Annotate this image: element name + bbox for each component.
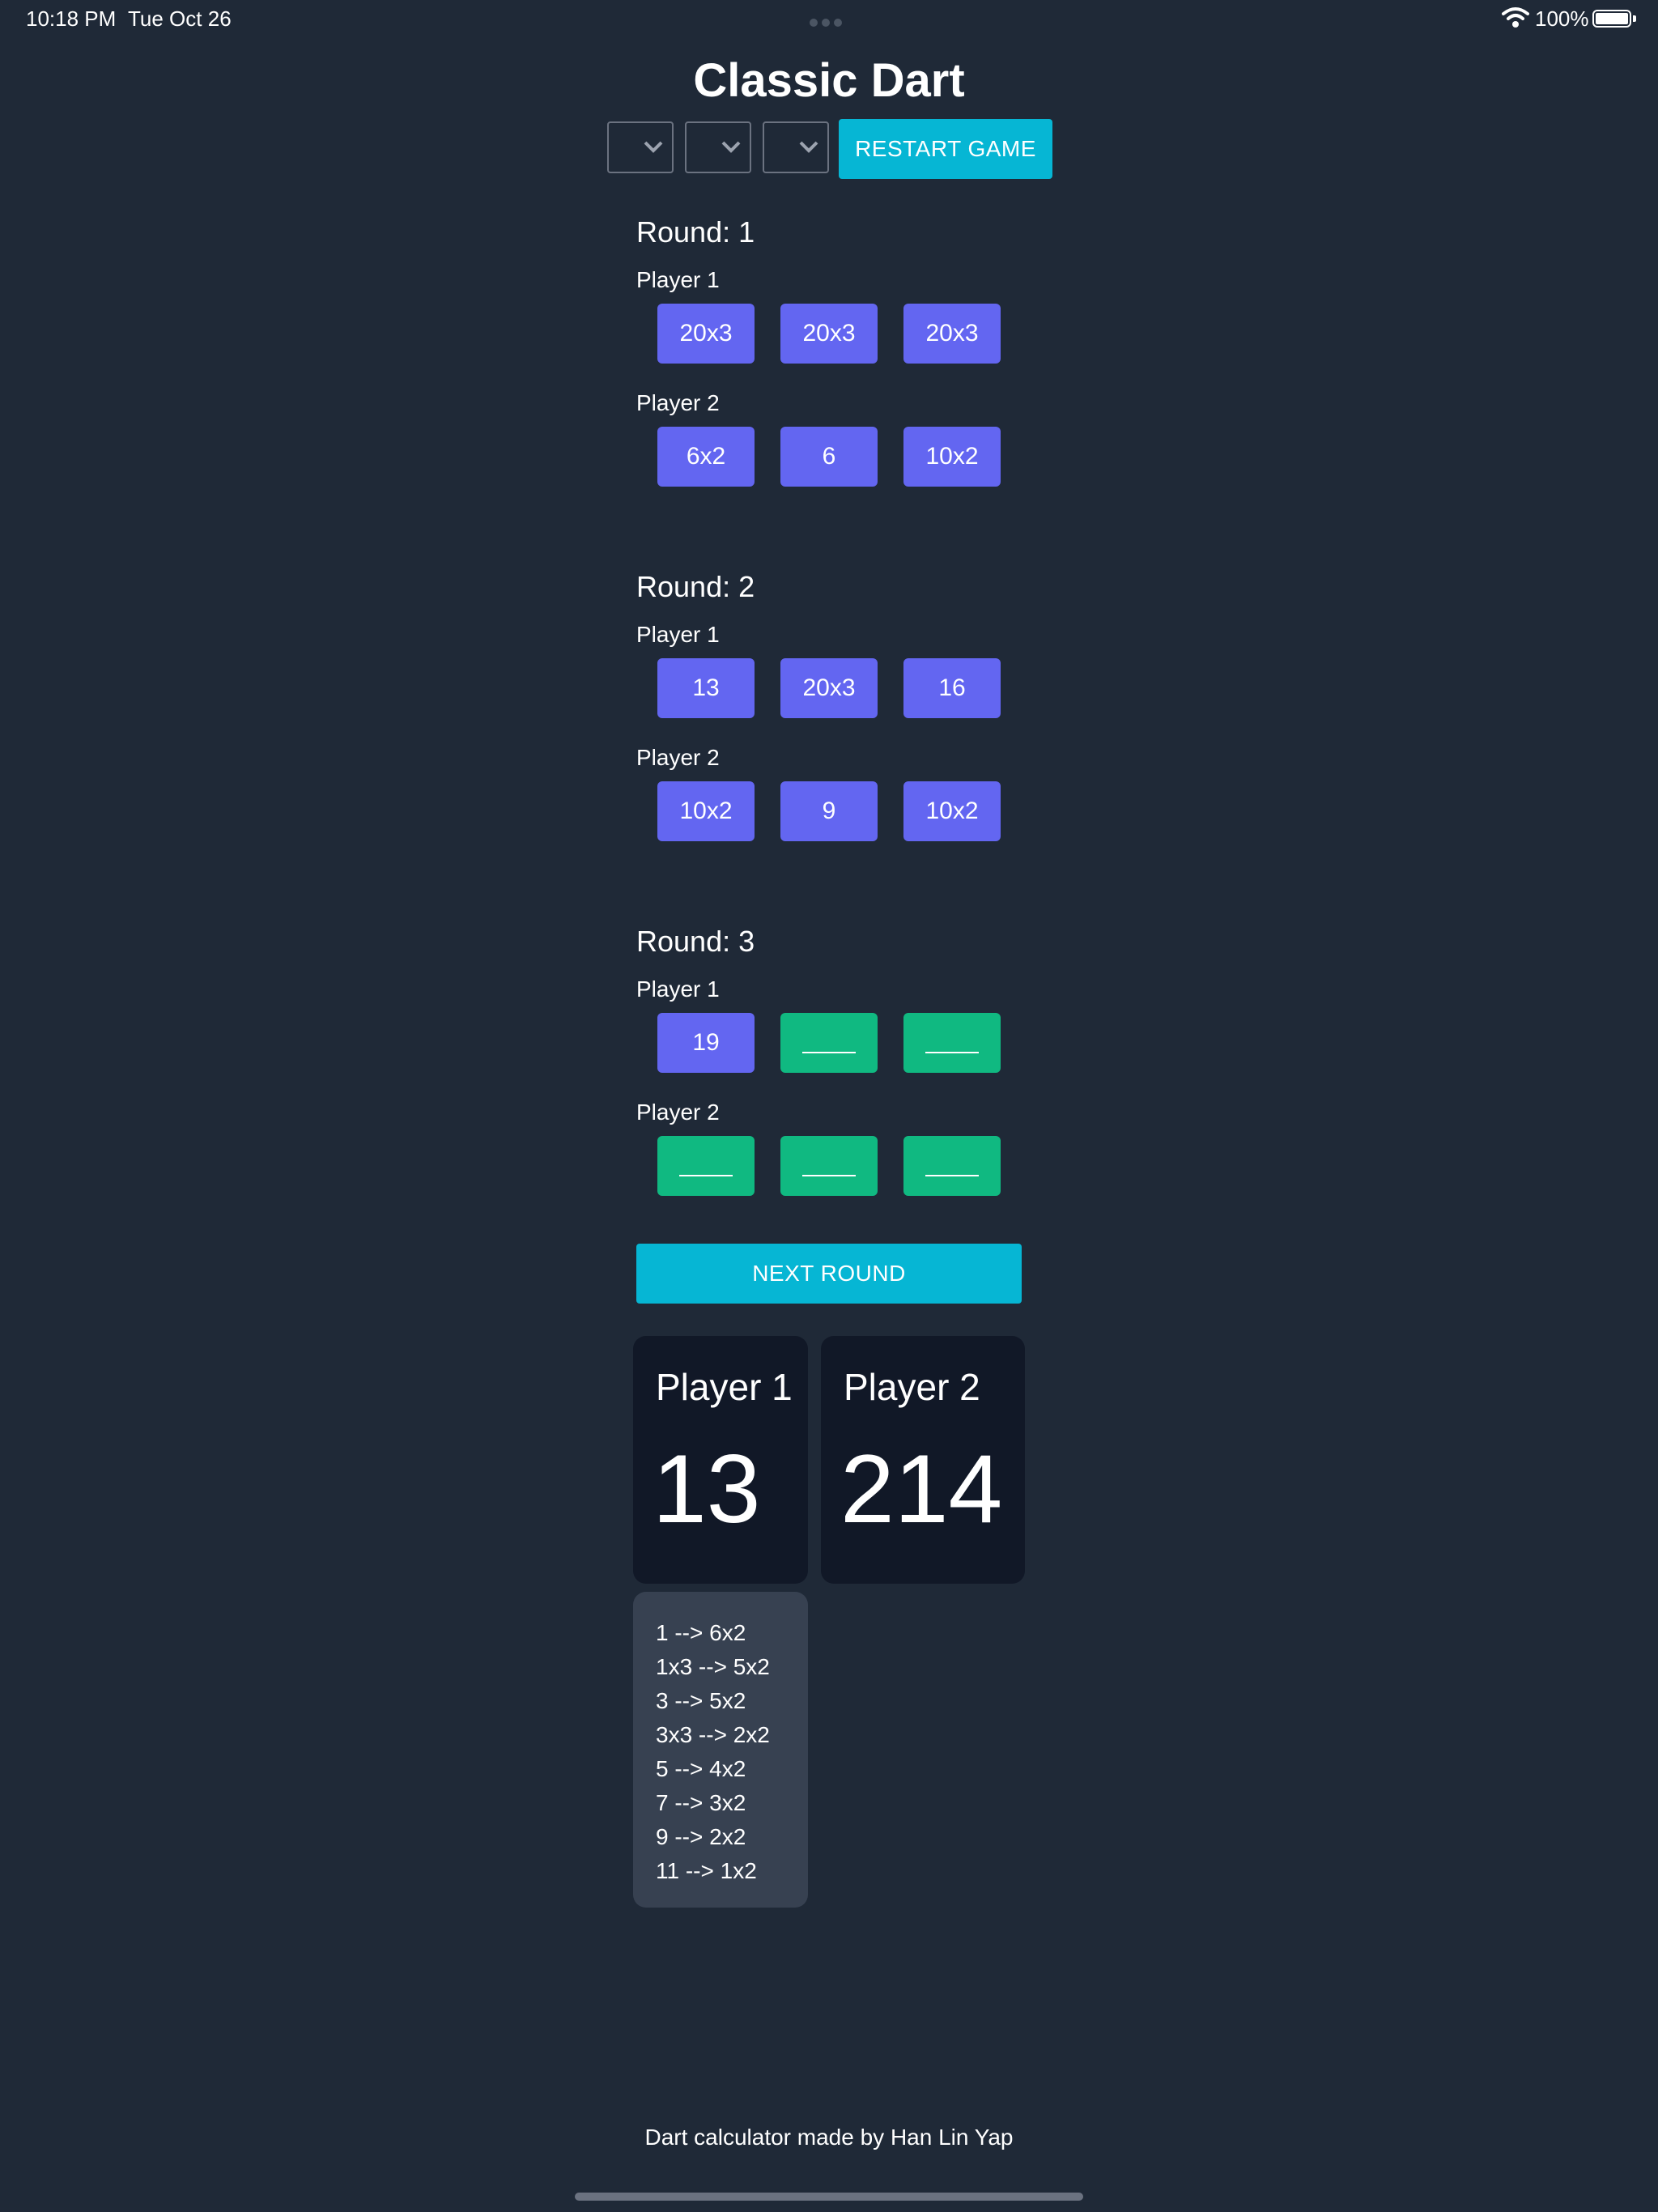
checkout-item: 9 --> 2x2	[656, 1824, 746, 1849]
checkout-item: 5 --> 4x2	[656, 1756, 746, 1781]
next-round-button[interactable]: NEXT ROUND	[636, 1244, 1022, 1304]
dart-button[interactable]: 10x2	[903, 781, 1001, 841]
dart-button[interactable]: 6x2	[657, 427, 755, 487]
restart-game-button[interactable]: RESTART GAME	[839, 119, 1052, 179]
battery-percent: 100%	[1535, 6, 1589, 31]
checkout-item: 7 --> 3x2	[656, 1790, 746, 1815]
wifi-icon	[1502, 6, 1529, 29]
footer-credit: Dart calculator made by Han Lin Yap	[644, 2125, 1014, 2150]
player-label: Player 2	[636, 390, 720, 415]
player-label: Player 1	[636, 267, 720, 292]
battery-icon	[1592, 10, 1631, 28]
score-player-name: Player 1	[656, 1366, 793, 1408]
player-label: Player 1	[636, 622, 720, 647]
checkout-item: 11 --> 1x2	[656, 1858, 757, 1883]
checkout-item: 3x3 --> 2x2	[656, 1722, 770, 1747]
player-score-card: Player 2 214	[821, 1336, 1025, 1584]
player-label: Player 2	[636, 745, 720, 770]
dart-button[interactable]: 20x3	[657, 304, 755, 364]
score-select[interactable]	[763, 121, 829, 173]
player-score-card: Player 1 13	[633, 1336, 808, 1584]
empty-dart-slot[interactable]	[780, 1136, 878, 1196]
page-title: Classic Dart	[693, 54, 965, 107]
checkout-item: 3 --> 5x2	[656, 1688, 746, 1713]
game-mode-select[interactable]	[607, 121, 674, 173]
score-value: 13	[653, 1435, 761, 1543]
dart-button[interactable]: 20x3	[780, 658, 878, 718]
round-title: Round: 1	[636, 215, 755, 249]
dart-button[interactable]: 20x3	[903, 304, 1001, 364]
multitasking-dots-icon[interactable]	[810, 16, 848, 27]
status-date: Tue Oct 26	[128, 6, 232, 31]
empty-dart-slot[interactable]	[903, 1136, 1001, 1196]
dart-button[interactable]: 20x3	[780, 304, 878, 364]
checkout-item: 1 --> 6x2	[656, 1620, 746, 1645]
home-indicator[interactable]	[575, 2193, 1083, 2201]
checkout-item: 1x3 --> 5x2	[656, 1654, 770, 1679]
score-value: 214	[840, 1435, 1003, 1543]
status-time: 10:18 PM	[26, 6, 117, 31]
dart-button[interactable]: 16	[903, 658, 1001, 718]
empty-dart-slot[interactable]	[903, 1013, 1001, 1073]
chevron-down-icon	[644, 141, 663, 153]
player-count-select[interactable]	[685, 121, 751, 173]
dart-button[interactable]: 10x2	[903, 427, 1001, 487]
dart-button[interactable]: 13	[657, 658, 755, 718]
round-title: Round: 3	[636, 925, 755, 958]
dart-button[interactable]: 10x2	[657, 781, 755, 841]
player-label: Player 1	[636, 976, 720, 1002]
dart-button[interactable]: 6	[780, 427, 878, 487]
round-title: Round: 2	[636, 570, 755, 603]
empty-dart-slot[interactable]	[780, 1013, 878, 1073]
empty-dart-slot[interactable]	[657, 1136, 755, 1196]
player-label: Player 2	[636, 1100, 720, 1125]
dart-button[interactable]: 9	[780, 781, 878, 841]
dart-button[interactable]: 19	[657, 1013, 755, 1073]
battery-tip	[1633, 15, 1636, 22]
checkout-suggestions: 1 --> 6x2 1x3 --> 5x2 3 --> 5x2 3x3 --> …	[633, 1592, 808, 1908]
chevron-down-icon	[799, 141, 818, 153]
score-player-name: Player 2	[844, 1366, 980, 1408]
chevron-down-icon	[721, 141, 741, 153]
